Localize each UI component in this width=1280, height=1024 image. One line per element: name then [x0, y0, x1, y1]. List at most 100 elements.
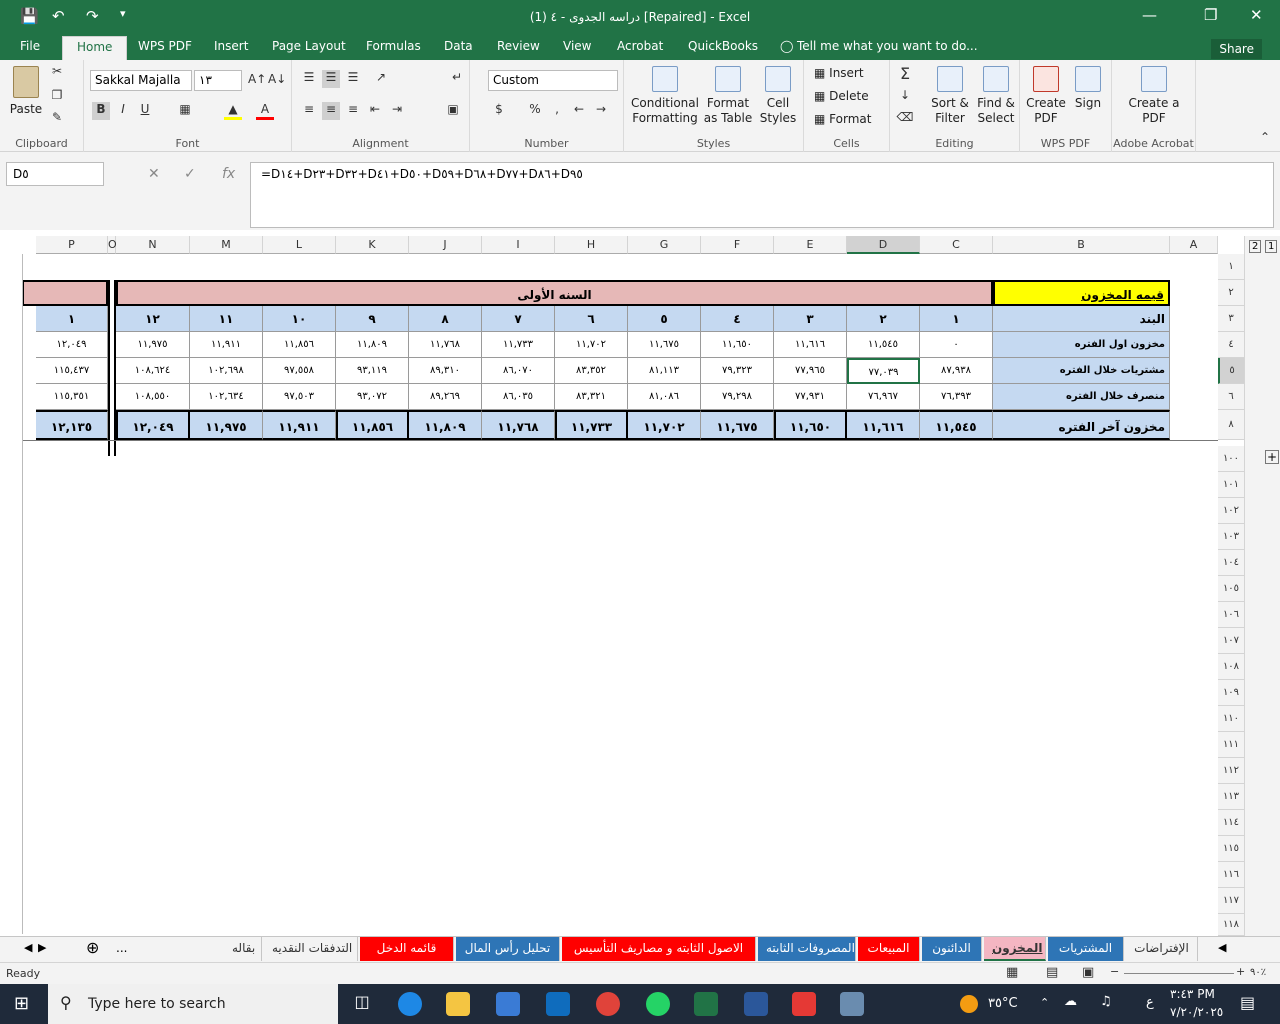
find-select-button[interactable]: Find & Select — [974, 66, 1018, 126]
decrease-decimal-icon[interactable]: → — [592, 102, 610, 120]
total-cell[interactable]: ١١,٩١١ — [263, 410, 336, 440]
outline-level-2[interactable]: 2 — [1249, 240, 1262, 253]
data-cell[interactable]: ١٢,٠٤٩ — [36, 332, 108, 358]
total-cell[interactable]: ١١,٧٣٣ — [555, 410, 628, 440]
zoom-in-icon[interactable]: + — [1236, 965, 1245, 978]
sort-filter-button[interactable]: Sort & Filter — [928, 66, 972, 126]
tab-data[interactable]: Data — [444, 39, 473, 53]
whatsapp-icon[interactable] — [646, 992, 670, 1016]
align-middle-icon[interactable]: ☰ — [322, 70, 340, 88]
data-cell[interactable]: ١٠٨,٥٥٠ — [116, 384, 190, 410]
align-right-icon[interactable]: ≡ — [344, 102, 362, 120]
add-sheet-icon[interactable]: ⊕ — [86, 938, 99, 957]
data-cell[interactable]: ٧٩,٢٩٨ — [701, 384, 774, 410]
row-header[interactable]: ٥ — [1218, 358, 1244, 384]
percent-button[interactable]: % — [526, 102, 544, 120]
edge-icon[interactable] — [398, 992, 422, 1016]
enter-icon[interactable]: ✓ — [184, 166, 196, 182]
sheet-tab[interactable]: تحليل رأس المال — [456, 937, 560, 961]
worksheet-grid[interactable]: PONMLKJIHGFEDCBA ١ ٢ ٣ ٤ ٥ ٦ ٨ ١٠٠ ١٠١ ١٠٢ ١٠٣ ١٠٤ ١… — [0, 236, 1280, 936]
underline-button[interactable]: U — [136, 102, 154, 120]
data-cell[interactable]: ٩٣,٠٧٢ — [336, 384, 409, 410]
orientation-icon[interactable]: ↗ — [372, 70, 390, 88]
row-header[interactable]: ١١٢ — [1218, 758, 1244, 784]
row-header[interactable]: ١١٠ — [1218, 706, 1244, 732]
insert-cells-button[interactable]: ▦ Insert — [814, 66, 864, 81]
data-cell[interactable]: ٨١,١١٣ — [628, 358, 701, 384]
sheet-tab[interactable]: المصروفات الثابته — [758, 937, 856, 961]
data-cell[interactable]: ٩٧,٥٥٨ — [263, 358, 336, 384]
total-row-label[interactable]: مخزون آخر الفتره — [993, 410, 1170, 440]
total-cell[interactable]: ١٢,١٣٥ — [36, 410, 108, 440]
tab-wps-pdf[interactable]: WPS PDF — [138, 39, 192, 53]
currency-button[interactable]: $ — [490, 102, 508, 120]
data-cell[interactable]: ٨٧,٩٣٨ — [920, 358, 993, 384]
sheet-tab[interactable]: الاصول الثابته و مصاريف التأسيس — [562, 937, 756, 961]
cancel-icon[interactable]: ✕ — [148, 166, 160, 182]
align-bottom-icon[interactable]: ☰ — [344, 70, 362, 88]
format-painter-icon[interactable]: ✎ — [48, 110, 66, 128]
data-cell[interactable]: ١٠٢,٦٩٨ — [190, 358, 263, 384]
total-cell[interactable]: ١١,٦٧٥ — [701, 410, 774, 440]
total-cell[interactable]: ١٢,٠٤٩ — [116, 410, 190, 440]
zoom-out-icon[interactable]: − — [1110, 965, 1119, 978]
total-cell[interactable]: ١١,٧٦٨ — [482, 410, 555, 440]
data-cell[interactable]: ١١,٨٠٩ — [336, 332, 409, 358]
sheet-tab[interactable]: قائمه الدخل — [360, 937, 454, 961]
tab-scroll-left-icon[interactable]: ◀ — [24, 941, 32, 954]
column-header-i[interactable]: I — [482, 236, 555, 254]
total-cell[interactable]: ١١,٨٥٦ — [336, 410, 409, 440]
data-cell[interactable]: ٨٦,٠٧٠ — [482, 358, 555, 384]
total-cell[interactable]: ١١,٧٠٢ — [628, 410, 701, 440]
more-tabs[interactable]: ... — [116, 941, 127, 955]
row-header[interactable]: ١ — [1218, 254, 1244, 280]
data-cell[interactable]: ٧٦,٩٦٧ — [847, 384, 920, 410]
restore-icon[interactable]: ❐ — [1204, 6, 1217, 24]
column-header-b[interactable]: B — [993, 236, 1170, 254]
comma-style-icon[interactable]: , — [548, 102, 566, 120]
autosum-icon[interactable]: Σ — [896, 64, 914, 83]
data-cell[interactable]: ١١,٨٥٦ — [263, 332, 336, 358]
font-color-icon[interactable]: A — [256, 102, 274, 120]
sheet-tab[interactable]: المخزون — [984, 937, 1046, 961]
row-header[interactable]: ١٠٥ — [1218, 576, 1244, 602]
tab-formulas[interactable]: Formulas — [366, 39, 421, 53]
inventory-value-header[interactable]: قيمه المخزون — [993, 280, 1170, 306]
borders-icon[interactable]: ▦ — [176, 102, 194, 120]
row-header[interactable]: ١٠٧ — [1218, 628, 1244, 654]
outlook-icon[interactable] — [546, 992, 570, 1016]
cut-icon[interactable]: ✂ — [48, 64, 66, 82]
sheet-tab[interactable]: بقاله — [224, 937, 262, 961]
year-one-header[interactable]: السنه الأولى — [116, 280, 993, 306]
fill-icon[interactable]: ↓ — [896, 88, 914, 106]
column-header-p[interactable]: P — [36, 236, 108, 254]
data-cell[interactable]: ١١,٦٥٠ — [701, 332, 774, 358]
period-number-header[interactable]: ١ — [920, 306, 993, 332]
formula-input[interactable]: =D١٤+D٢٣+D٣٢+D٤١+D٥٠+D٥٩+D٦٨+D٧٧+D٨٦+D٩٥ — [250, 162, 1274, 228]
period-number-header[interactable]: ٨ — [409, 306, 482, 332]
row-header[interactable]: ١٠٣ — [1218, 524, 1244, 550]
conditional-formatting-button[interactable]: Conditional Formatting — [630, 66, 700, 126]
close-icon[interactable]: ✕ — [1250, 6, 1263, 24]
total-cell[interactable]: ١١,٥٤٥ — [920, 410, 993, 440]
italic-button[interactable]: I — [114, 102, 132, 120]
column-header-d[interactable]: D — [847, 236, 920, 254]
total-cell[interactable]: ١١,٦٥٠ — [774, 410, 847, 440]
column-header-f[interactable]: F — [701, 236, 774, 254]
row-header[interactable]: ٨ — [1218, 410, 1244, 440]
data-cell[interactable]: ٨٣,٣٢١ — [555, 384, 628, 410]
increase-indent-icon[interactable]: ⇥ — [388, 102, 406, 120]
data-cell[interactable]: ١١,٩٧٥ — [116, 332, 190, 358]
column-header-n[interactable]: N — [116, 236, 190, 254]
sign-button[interactable]: Sign — [1068, 66, 1108, 111]
row-header[interactable]: ١١٤ — [1218, 810, 1244, 836]
total-cell[interactable]: ١١,٩٧٥ — [190, 410, 263, 440]
tab-acrobat[interactable]: Acrobat — [617, 39, 663, 53]
data-cell[interactable]: ٩٧,٥٠٣ — [263, 384, 336, 410]
taskbar-search[interactable]: ⚲ Type here to search — [48, 984, 338, 1024]
decrease-indent-icon[interactable]: ⇤ — [366, 102, 384, 120]
data-cell[interactable]: ١١٥,٤٣٧ — [36, 358, 108, 384]
align-top-icon[interactable]: ☰ — [300, 70, 318, 88]
period-number-header[interactable]: ١١ — [190, 306, 263, 332]
row-header[interactable]: ١١٧ — [1218, 888, 1244, 914]
